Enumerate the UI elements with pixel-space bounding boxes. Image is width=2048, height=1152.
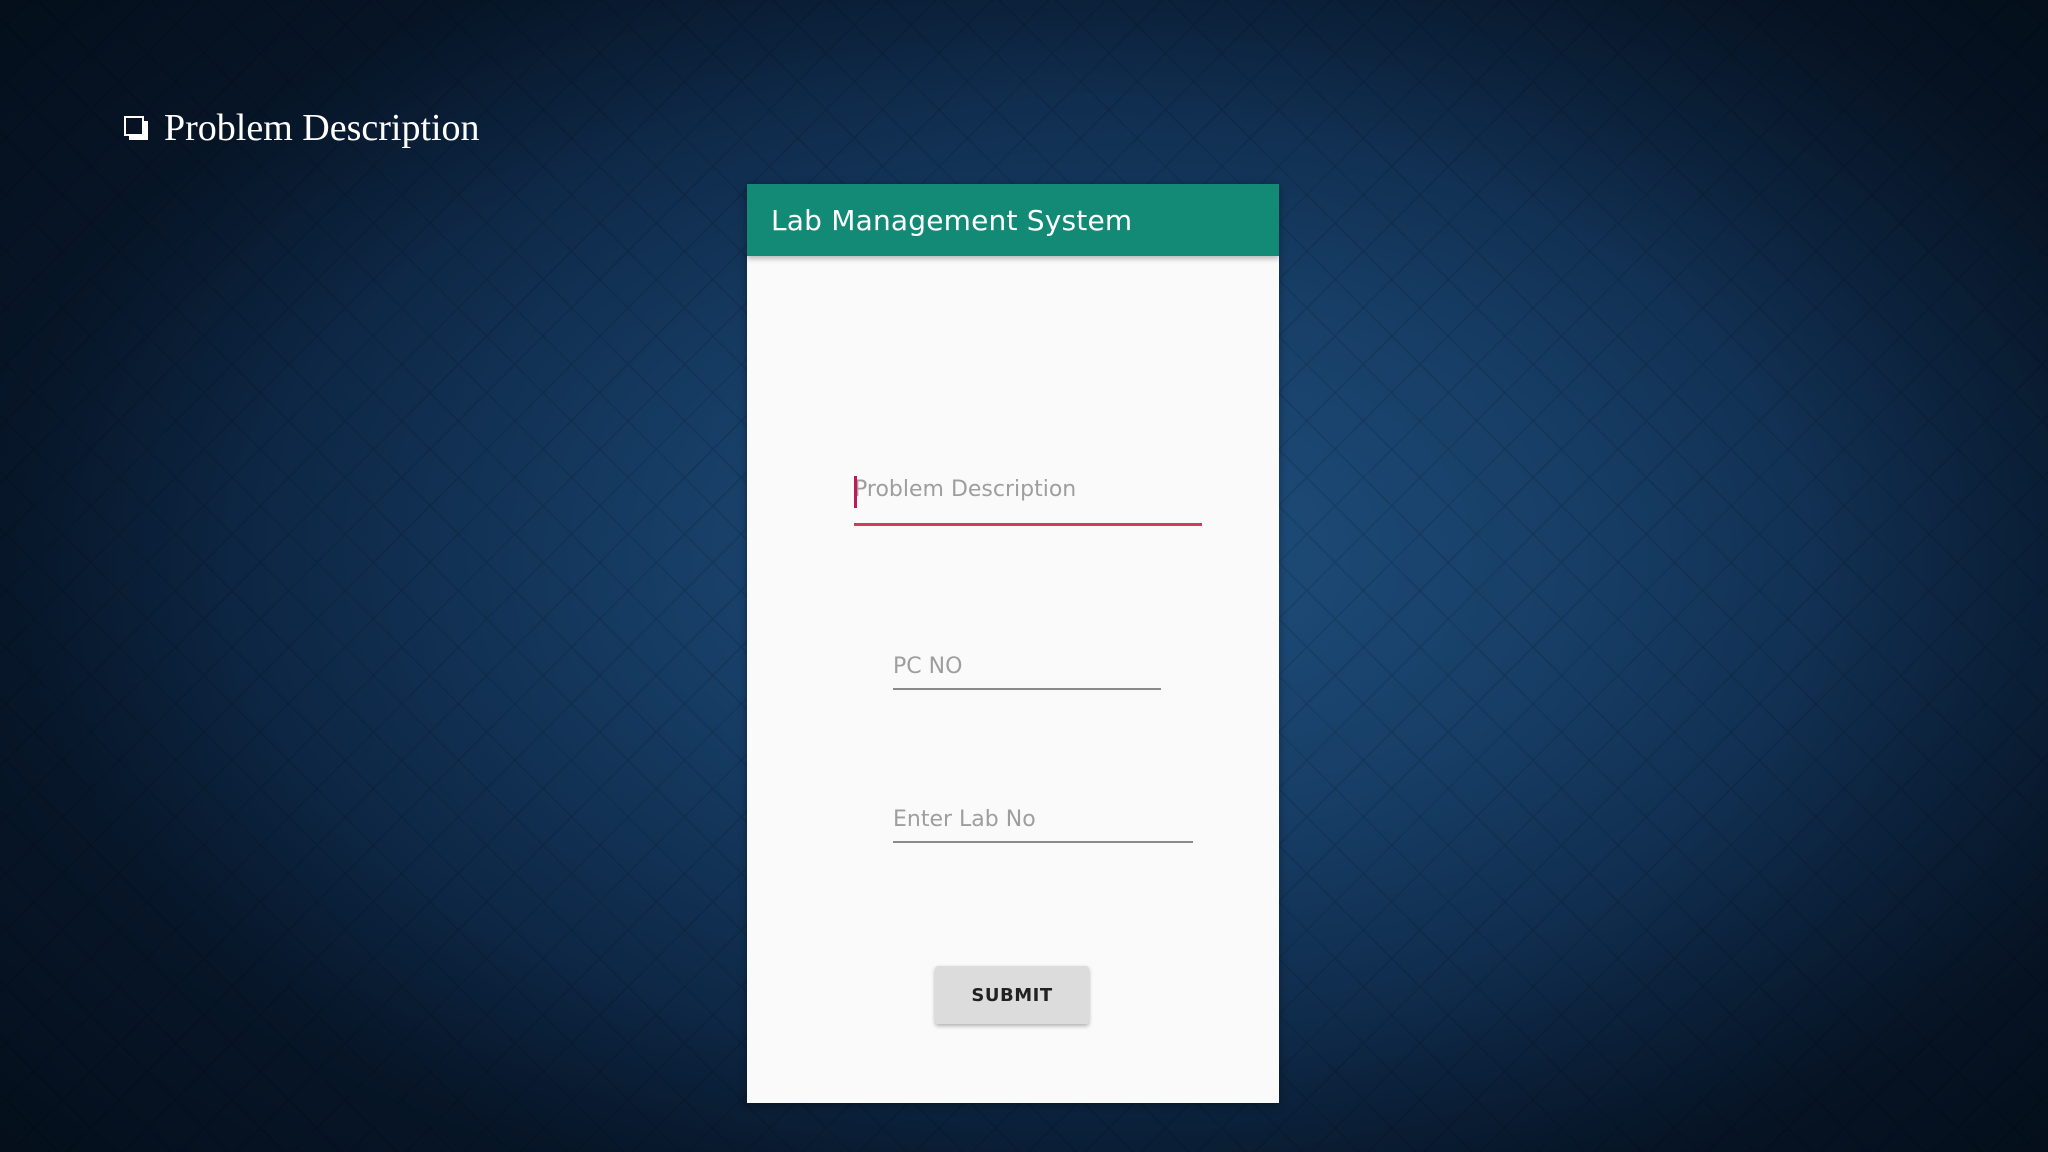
lab-no-input[interactable] (893, 799, 1193, 839)
submit-button[interactable]: SUBMIT (935, 966, 1089, 1024)
problem-description-input[interactable] (854, 469, 1202, 509)
pc-no-field (893, 646, 1161, 690)
app-screenshot: Lab Management System SUBMIT (747, 184, 1279, 1103)
app-bar: Lab Management System (747, 184, 1279, 256)
app-title: Lab Management System (771, 203, 1133, 237)
problem-description-field (854, 469, 1202, 526)
pc-no-input[interactable] (893, 646, 1161, 686)
checkbox-square-icon (124, 116, 148, 140)
slide-heading-text: Problem Description (164, 107, 480, 149)
lab-no-field (893, 799, 1193, 843)
text-cursor (854, 476, 857, 508)
slide-heading: Problem Description (124, 104, 480, 152)
